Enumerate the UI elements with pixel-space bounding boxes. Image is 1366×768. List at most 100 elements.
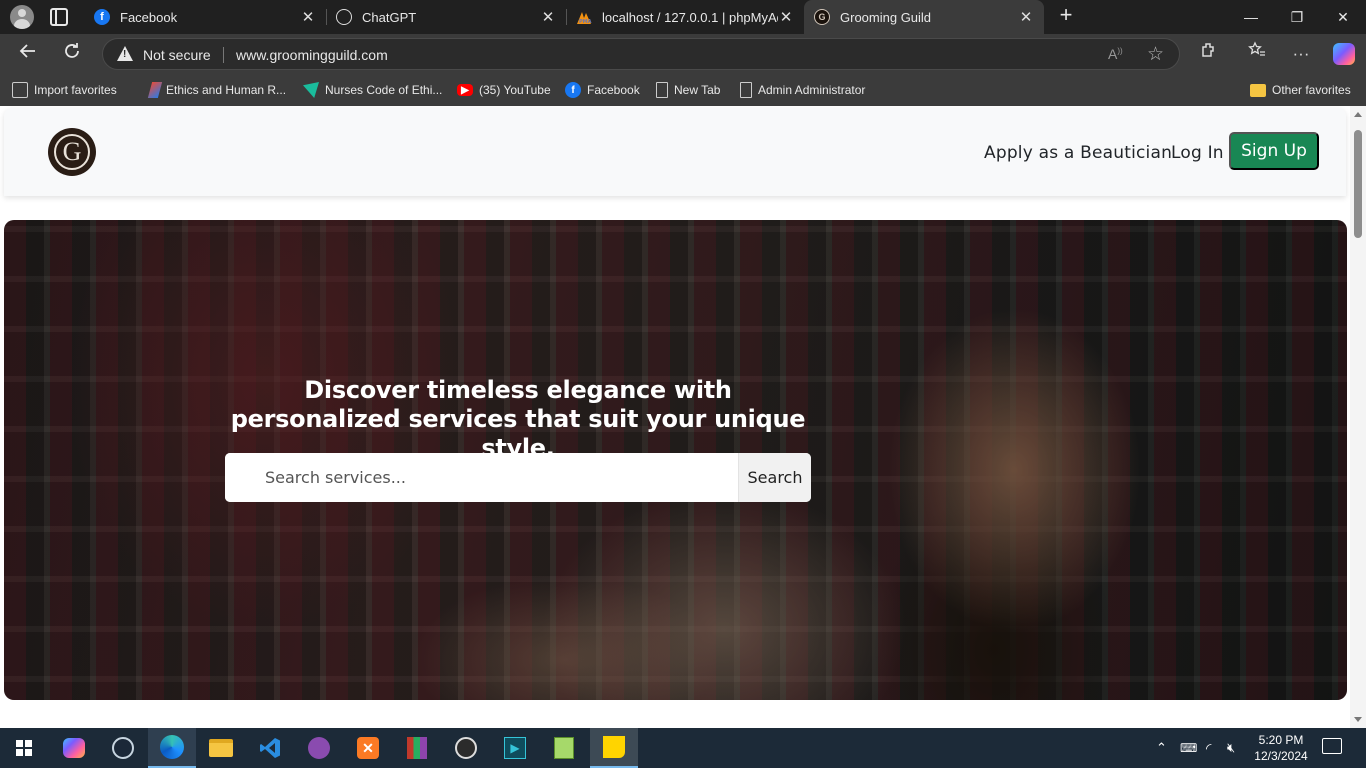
tab-title: Grooming Guild bbox=[840, 9, 932, 25]
refresh-icon bbox=[65, 43, 79, 58]
profile-avatar-icon[interactable] bbox=[10, 5, 34, 29]
sticky-notes-taskbar-button[interactable] bbox=[590, 728, 638, 768]
back-arrow-icon bbox=[19, 44, 35, 58]
scroll-up-icon[interactable] bbox=[1354, 112, 1362, 117]
minimize-button[interactable]: — bbox=[1228, 0, 1274, 34]
edge-taskbar-button[interactable] bbox=[148, 728, 196, 768]
restore-button[interactable]: ❐ bbox=[1274, 0, 1320, 34]
taskbar-clock[interactable]: 5:20 PM 12/3/2024 bbox=[1250, 732, 1312, 764]
favorite-label: Ethics and Human R... bbox=[166, 83, 287, 97]
address-divider bbox=[223, 47, 224, 63]
close-icon[interactable]: ✕ bbox=[540, 8, 556, 26]
input-indicator[interactable]: ⌨ bbox=[1180, 728, 1197, 768]
favorite-youtube[interactable]: ▶ (35) YouTube bbox=[457, 80, 551, 100]
favorite-label: (35) YouTube bbox=[479, 83, 551, 97]
address-bar[interactable]: Not secure www.groomingguild.com A)) ☆ bbox=[102, 38, 1180, 70]
keyboard-icon: ⌨ bbox=[1180, 741, 1198, 755]
hero-banner: Discover timeless elegance with personal… bbox=[4, 220, 1347, 700]
notepadpp-taskbar-button[interactable] bbox=[540, 728, 588, 768]
other-favorites[interactable]: Other favorites bbox=[1250, 80, 1351, 100]
scroll-thumb[interactable] bbox=[1354, 130, 1362, 238]
page-icon bbox=[740, 82, 752, 98]
favorite-admin[interactable]: Admin Administrator bbox=[740, 80, 865, 100]
close-window-button[interactable]: ✕ bbox=[1320, 0, 1366, 34]
tab-phpmyadmin[interactable]: PMA localhost / 127.0.0.1 | phpMyAdm ✕ bbox=[566, 0, 804, 34]
security-label[interactable]: Not secure bbox=[143, 47, 211, 63]
close-icon[interactable]: ✕ bbox=[778, 8, 794, 26]
favorite-new-tab[interactable]: New Tab bbox=[656, 80, 720, 100]
favorite-facebook[interactable]: f Facebook bbox=[565, 80, 640, 100]
favorite-label: Import favorites bbox=[34, 83, 117, 97]
favorite-label: Nurses Code of Ethi... bbox=[325, 83, 443, 97]
favorite-label: New Tab bbox=[674, 83, 721, 97]
favorite-label: Admin Administrator bbox=[758, 83, 866, 97]
close-icon[interactable]: ✕ bbox=[1018, 8, 1034, 26]
winrar-icon bbox=[407, 737, 427, 759]
file-explorer-icon bbox=[209, 739, 233, 757]
new-tab-button[interactable]: + bbox=[1054, 4, 1078, 28]
xampp-taskbar-button[interactable]: ✕ bbox=[344, 728, 392, 768]
network-button[interactable]: ◜ bbox=[1206, 728, 1211, 768]
favorites-icon[interactable] bbox=[1243, 40, 1271, 68]
sticky-notes-icon bbox=[603, 736, 625, 758]
notifications-icon[interactable] bbox=[1322, 738, 1342, 754]
tab-grooming-guild[interactable]: G Grooming Guild ✕ bbox=[804, 0, 1044, 34]
read-aloud-icon[interactable]: A)) bbox=[1108, 46, 1123, 62]
favorite-nurses[interactable]: Nurses Code of Ethi... bbox=[303, 80, 442, 100]
browser-toolbar: Not secure www.groomingguild.com A)) ☆ ·… bbox=[0, 34, 1366, 74]
winrar-taskbar-button[interactable] bbox=[393, 728, 441, 768]
search-button[interactable]: Search bbox=[738, 453, 811, 502]
page-icon bbox=[656, 82, 668, 98]
notepadpp-icon bbox=[554, 737, 574, 759]
file-explorer-taskbar-button[interactable] bbox=[197, 728, 245, 768]
extensions-icon[interactable] bbox=[1195, 40, 1223, 68]
page-scrollbar[interactable] bbox=[1350, 106, 1366, 728]
tab-chatgpt[interactable]: ChatGPT ✕ bbox=[326, 0, 566, 34]
search-input[interactable] bbox=[225, 453, 738, 502]
close-icon[interactable]: ✕ bbox=[300, 8, 316, 26]
logo-letter: G bbox=[54, 134, 90, 170]
apply-beautician-link[interactable]: Apply as a Beautician bbox=[984, 143, 1172, 163]
start-button[interactable] bbox=[0, 728, 48, 768]
youtube-icon: ▶ bbox=[457, 84, 473, 96]
copilot-taskbar-button[interactable] bbox=[50, 728, 98, 768]
tab-title: Facebook bbox=[120, 9, 178, 25]
page-viewport: G Apply as a Beautician Log In Sign Up D… bbox=[0, 106, 1366, 728]
xampp-icon: ✕ bbox=[357, 737, 379, 759]
favorite-star-icon[interactable]: ☆ bbox=[1147, 43, 1164, 66]
nurses-site-icon bbox=[303, 82, 319, 98]
show-hidden-icons-button[interactable]: ⌃ bbox=[1156, 728, 1167, 768]
more-options-icon[interactable]: ··· bbox=[1287, 40, 1315, 68]
steam-icon bbox=[112, 737, 134, 759]
github-taskbar-button[interactable] bbox=[295, 728, 343, 768]
phpmyadmin-icon: PMA bbox=[576, 9, 592, 25]
volume-button[interactable]: 🔇︎ bbox=[1227, 728, 1235, 768]
speaker-muted-icon: 🔇︎ bbox=[1227, 740, 1236, 755]
facebook-icon: f bbox=[565, 82, 581, 98]
vscode-taskbar-button[interactable] bbox=[246, 728, 294, 768]
favorite-import[interactable]: Import favorites bbox=[12, 80, 117, 100]
refresh-button[interactable] bbox=[58, 40, 86, 68]
obs-taskbar-button[interactable] bbox=[442, 728, 490, 768]
tab-facebook[interactable]: f Facebook ✕ bbox=[84, 0, 326, 34]
signup-button[interactable]: Sign Up bbox=[1229, 132, 1319, 170]
grooming-guild-logo[interactable]: G bbox=[48, 128, 96, 176]
browser-tab-strip: f Facebook ✕ ChatGPT ✕ PMA localhost / 1… bbox=[0, 0, 1366, 34]
warning-icon[interactable] bbox=[117, 46, 133, 61]
steam-taskbar-button[interactable] bbox=[99, 728, 147, 768]
hero-headline: Discover timeless elegance with personal… bbox=[230, 376, 806, 462]
scroll-down-icon[interactable] bbox=[1354, 717, 1362, 722]
clock-time: 5:20 PM bbox=[1258, 733, 1304, 747]
import-icon bbox=[12, 82, 28, 98]
favorite-ethics[interactable]: Ethics and Human R... bbox=[147, 80, 287, 100]
obs-icon bbox=[455, 737, 477, 759]
login-link[interactable]: Log In bbox=[1171, 143, 1224, 163]
back-button[interactable] bbox=[14, 40, 42, 68]
url-text[interactable]: www.groomingguild.com bbox=[236, 47, 388, 63]
tab-title: ChatGPT bbox=[362, 9, 417, 25]
tab-actions-icon[interactable] bbox=[50, 8, 68, 26]
media-taskbar-button[interactable]: ▶ bbox=[491, 728, 539, 768]
favorite-label: Facebook bbox=[587, 83, 640, 97]
service-search-bar: Search bbox=[225, 453, 811, 502]
copilot-icon[interactable] bbox=[1333, 43, 1355, 65]
